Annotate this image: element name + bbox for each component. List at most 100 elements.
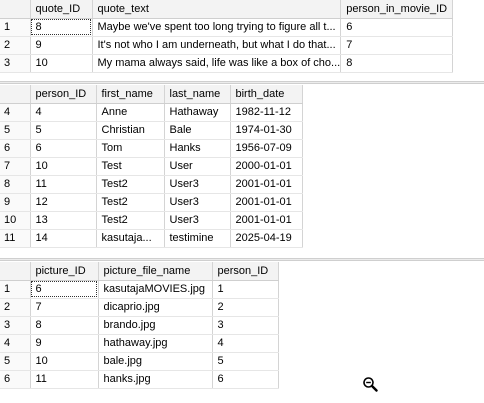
- grid-cell[interactable]: 2001-01-01: [230, 211, 303, 230]
- row-number[interactable]: 4: [0, 334, 31, 353]
- row-number[interactable]: 5: [0, 352, 31, 371]
- row-number[interactable]: 8: [0, 175, 31, 194]
- table-row[interactable]: 11 14 kasutaja... testimine 2025-04-19: [0, 229, 303, 248]
- pane-splitter[interactable]: [0, 258, 484, 261]
- grid-cell[interactable]: 8: [340, 54, 454, 73]
- row-number[interactable]: 10: [0, 211, 31, 230]
- grid-cell[interactable]: 5: [30, 121, 97, 140]
- row-number-header[interactable]: [0, 85, 31, 104]
- table-row[interactable]: 1 8 Maybe we've spent too long trying to…: [0, 18, 454, 37]
- grid-cell[interactable]: 2: [212, 298, 279, 317]
- grid-cell[interactable]: 1956-07-09: [230, 139, 303, 158]
- table-row[interactable]: 6 11 hanks.jpg 6: [0, 370, 279, 389]
- row-number[interactable]: 9: [0, 193, 31, 212]
- row-number-header[interactable]: [0, 0, 31, 19]
- grid-cell[interactable]: 6: [212, 370, 279, 389]
- grid-cell[interactable]: 2001-01-01: [230, 175, 303, 194]
- grid-cell[interactable]: 2001-01-01: [230, 193, 303, 212]
- grid-cell[interactable]: 1982-11-12: [230, 103, 303, 122]
- grid-cell[interactable]: Hathaway: [164, 103, 231, 122]
- column-header[interactable]: quote_text: [92, 0, 342, 19]
- row-number[interactable]: 3: [0, 54, 31, 73]
- row-number[interactable]: 6: [0, 370, 31, 389]
- row-number[interactable]: 7: [0, 157, 31, 176]
- table-row[interactable]: 6 6 Tom Hanks 1956-07-09: [0, 139, 303, 158]
- grid-cell[interactable]: 14: [30, 229, 97, 248]
- grid-cell[interactable]: 1: [212, 280, 279, 299]
- grid-cell[interactable]: testimine: [164, 229, 231, 248]
- table-row[interactable]: 10 13 Test2 User3 2001-01-01: [0, 211, 303, 230]
- table-row[interactable]: 8 11 Test2 User3 2001-01-01: [0, 175, 303, 194]
- table-row[interactable]: 3 8 brando.jpg 3: [0, 316, 279, 335]
- grid-cell[interactable]: 5: [212, 352, 279, 371]
- grid-cell[interactable]: hathaway.jpg: [98, 334, 213, 353]
- grid-cell[interactable]: 6: [30, 280, 99, 299]
- row-number[interactable]: 5: [0, 121, 31, 140]
- column-header[interactable]: picture_ID: [30, 262, 99, 281]
- grid-cell[interactable]: User3: [164, 211, 231, 230]
- row-number[interactable]: 1: [0, 18, 31, 37]
- grid-cell[interactable]: Maybe we've spent too long trying to fig…: [92, 18, 342, 37]
- grid-cell[interactable]: 13: [30, 211, 97, 230]
- grid-cell[interactable]: 4: [30, 103, 97, 122]
- table-row[interactable]: 2 7 dicaprio.jpg 2: [0, 298, 279, 317]
- column-header[interactable]: picture_file_name: [98, 262, 213, 281]
- grid-cell[interactable]: kasutajaMOVIES.jpg: [98, 280, 213, 299]
- pane-splitter[interactable]: [0, 81, 484, 84]
- grid-cell[interactable]: kasutaja...: [96, 229, 165, 248]
- grid-cell[interactable]: 6: [340, 18, 454, 37]
- grid-cell[interactable]: 11: [30, 370, 99, 389]
- grid-cell[interactable]: 1974-01-30: [230, 121, 303, 140]
- table-row[interactable]: 2 9 It's not who I am underneath, but wh…: [0, 36, 454, 55]
- table-row[interactable]: 4 9 hathaway.jpg 4: [0, 334, 279, 353]
- grid-cell[interactable]: dicaprio.jpg: [98, 298, 213, 317]
- grid-cell[interactable]: brando.jpg: [98, 316, 213, 335]
- column-header[interactable]: birth_date: [230, 85, 303, 104]
- grid-cell[interactable]: Tom: [96, 139, 165, 158]
- grid-cell[interactable]: 10: [30, 54, 93, 73]
- grid-cell[interactable]: 4: [212, 334, 279, 353]
- grid-cell[interactable]: bale.jpg: [98, 352, 213, 371]
- grid-cell[interactable]: My mama always said, life was like a box…: [92, 54, 342, 73]
- grid-cell[interactable]: 8: [30, 316, 99, 335]
- column-header[interactable]: last_name: [164, 85, 231, 104]
- grid-cell[interactable]: 10: [30, 352, 99, 371]
- grid-cell[interactable]: User: [164, 157, 231, 176]
- row-number[interactable]: 4: [0, 103, 31, 122]
- grid-cell[interactable]: User3: [164, 175, 231, 194]
- grid-cell[interactable]: It's not who I am underneath, but what I…: [92, 36, 342, 55]
- column-header[interactable]: person_in_movie_ID: [340, 0, 454, 19]
- row-number[interactable]: 6: [0, 139, 31, 158]
- table-row[interactable]: 5 5 Christian Bale 1974-01-30: [0, 121, 303, 140]
- grid-cell[interactable]: User3: [164, 193, 231, 212]
- grid-cell[interactable]: 6: [30, 139, 97, 158]
- grid-cell[interactable]: 11: [30, 175, 97, 194]
- grid-cell[interactable]: Bale: [164, 121, 231, 140]
- column-header[interactable]: quote_ID: [30, 0, 93, 19]
- grid-cell[interactable]: 7: [30, 298, 99, 317]
- grid-cell[interactable]: 7: [340, 36, 454, 55]
- column-header[interactable]: person_ID: [212, 262, 279, 281]
- grid-cell[interactable]: 12: [30, 193, 97, 212]
- table-row[interactable]: 1 6 kasutajaMOVIES.jpg 1: [0, 280, 279, 299]
- grid-cell[interactable]: Test2: [96, 193, 165, 212]
- row-number[interactable]: 11: [0, 229, 31, 248]
- row-number[interactable]: 2: [0, 36, 31, 55]
- row-number[interactable]: 2: [0, 298, 31, 317]
- grid-cell[interactable]: 10: [30, 157, 97, 176]
- table-row[interactable]: 4 4 Anne Hathaway 1982-11-12: [0, 103, 303, 122]
- grid-cell[interactable]: 2000-01-01: [230, 157, 303, 176]
- grid-cell[interactable]: Test: [96, 157, 165, 176]
- table-row[interactable]: 7 10 Test User 2000-01-01: [0, 157, 303, 176]
- table-row[interactable]: 9 12 Test2 User3 2001-01-01: [0, 193, 303, 212]
- grid-cell[interactable]: 9: [30, 36, 93, 55]
- grid-cell[interactable]: 3: [212, 316, 279, 335]
- table-row[interactable]: 5 10 bale.jpg 5: [0, 352, 279, 371]
- grid-cell[interactable]: 2025-04-19: [230, 229, 303, 248]
- column-header[interactable]: person_ID: [30, 85, 97, 104]
- grid-cell[interactable]: 9: [30, 334, 99, 353]
- row-number-header[interactable]: [0, 262, 31, 281]
- grid-cell[interactable]: hanks.jpg: [98, 370, 213, 389]
- column-header[interactable]: first_name: [96, 85, 165, 104]
- grid-cell[interactable]: Hanks: [164, 139, 231, 158]
